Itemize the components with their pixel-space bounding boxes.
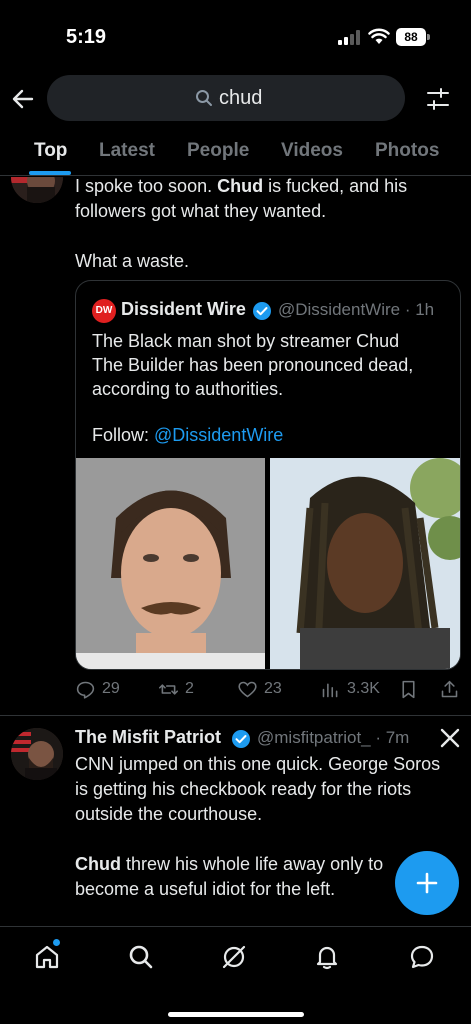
home-icon[interactable]	[33, 943, 61, 971]
arrow-left-icon[interactable]	[10, 86, 36, 112]
quoted-post-text: The Black man shot by streamer Chud The …	[92, 331, 414, 399]
messages-icon[interactable]	[408, 943, 436, 971]
grok-x-icon[interactable]	[439, 727, 461, 749]
portrait-image[interactable]	[270, 458, 460, 669]
post-header: The Misfit Patriot @misfitpatriot_ · 7m	[75, 727, 460, 751]
quoted-post-header: DW Dissident Wire @DissidentWire · 1h	[92, 299, 452, 323]
search-icon	[196, 90, 212, 106]
mention-link[interactable]: @DissidentWire	[154, 425, 283, 445]
sliders-icon[interactable]	[425, 86, 451, 112]
reply-button[interactable]: 29	[75, 677, 120, 701]
like-button[interactable]: 23	[237, 677, 282, 701]
wifi-icon	[368, 28, 390, 44]
bookmark-button[interactable]	[398, 677, 419, 701]
bottom-navigation	[0, 926, 471, 1024]
post-text: I spoke too soon. Chud is fucked, and hi…	[75, 177, 408, 271]
views-chart-icon	[322, 682, 338, 697]
active-tab-indicator	[29, 171, 71, 175]
post-actions: 29 2 23 3.3K	[75, 677, 461, 701]
share-button[interactable]	[439, 677, 460, 701]
status-time: 5:19	[66, 26, 107, 48]
battery-level: 88	[396, 28, 426, 46]
search-tabs: Top Latest People Videos Photos	[0, 130, 471, 176]
verified-badge-icon	[253, 302, 271, 320]
quoted-author-avatar[interactable]: DW	[92, 299, 116, 323]
mugshot-image[interactable]	[76, 458, 265, 669]
search-input[interactable]: chud	[47, 75, 405, 121]
tab-top[interactable]: Top	[34, 140, 67, 162]
home-indicator	[168, 1012, 304, 1017]
tab-people[interactable]: People	[187, 140, 249, 162]
author-handle: @misfitpatriot_ · 7m	[257, 728, 410, 747]
author-name[interactable]: The Misfit Patriot	[75, 727, 221, 748]
verified-badge-icon	[232, 730, 250, 748]
reply-icon	[76, 681, 95, 699]
search-query: chud	[219, 87, 263, 109]
plus-icon	[416, 872, 438, 894]
quoted-author-name[interactable]: Dissident Wire	[121, 299, 246, 320]
avatar-image	[11, 177, 63, 203]
search-icon[interactable]	[127, 943, 155, 971]
tab-photos[interactable]: Photos	[375, 140, 439, 162]
share-icon	[441, 680, 458, 697]
grok-icon[interactable]	[220, 943, 248, 971]
cellular-signal-icon	[338, 30, 360, 45]
quoted-follow-line: Follow: @DissidentWire	[92, 425, 284, 445]
repost-button[interactable]: 2	[158, 677, 194, 701]
avatar[interactable]	[11, 728, 63, 780]
views-button[interactable]: 3.3K	[320, 677, 380, 701]
status-bar: 5:19 88	[0, 0, 471, 66]
search-results-feed[interactable]: I spoke too soon. Chud is fucked, and hi…	[0, 177, 471, 926]
avatar-image	[11, 728, 63, 780]
heart-icon	[238, 681, 257, 697]
bell-icon[interactable]	[313, 943, 341, 971]
quoted-author-handle: @DissidentWire · 1h	[278, 300, 435, 319]
tab-latest[interactable]: Latest	[99, 140, 155, 162]
notification-dot	[53, 939, 60, 946]
battery-icon: 88	[396, 28, 430, 46]
quoted-post[interactable]: DW Dissident Wire @DissidentWire · 1h Th…	[75, 280, 461, 670]
bookmark-icon	[402, 680, 415, 698]
post-divider	[0, 715, 471, 716]
avatar[interactable]	[11, 177, 63, 203]
tab-videos[interactable]: Videos	[281, 140, 343, 162]
compose-button[interactable]	[395, 851, 459, 915]
repost-icon	[158, 683, 179, 695]
